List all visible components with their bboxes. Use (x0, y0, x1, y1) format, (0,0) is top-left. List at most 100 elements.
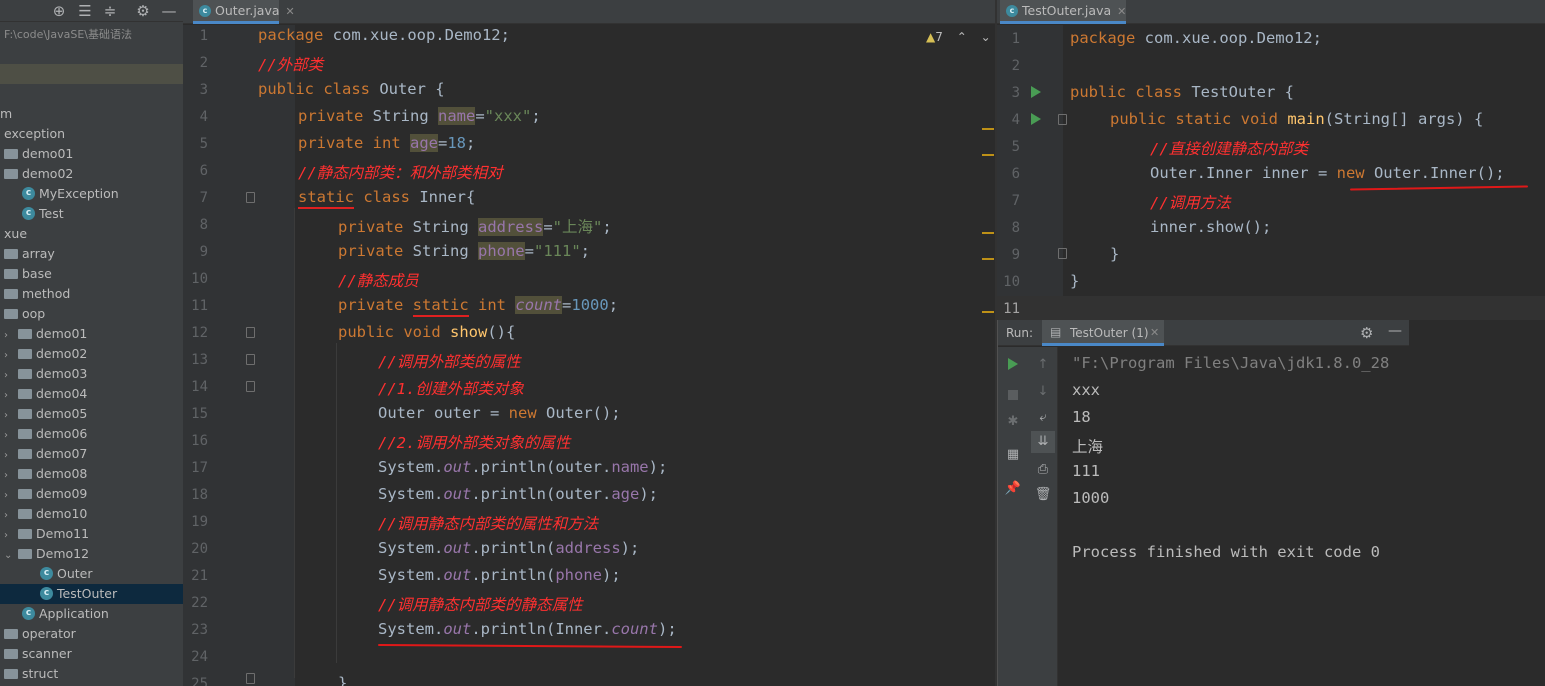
tab-testouter-java[interactable]: c TestOuter.java ✕ (1000, 0, 1126, 24)
fold-marker[interactable] (246, 381, 255, 392)
chevron-right-icon[interactable]: › (4, 446, 18, 466)
tree-item-label: Test (39, 206, 64, 221)
folder-icon (4, 628, 18, 639)
chevron-right-icon[interactable]: › (4, 486, 18, 506)
tree-item[interactable]: base (0, 264, 183, 284)
tree-item[interactable]: › demo08 (0, 464, 183, 484)
chevron-right-icon[interactable]: › (4, 326, 18, 346)
run-gutter-icon[interactable] (1031, 86, 1041, 98)
rerun-icon[interactable] (1008, 358, 1018, 370)
tree-item[interactable]: › demo05 (0, 404, 183, 424)
code-line: package com.xue.oop.Demo12; (258, 26, 510, 44)
code-line: Outer.Inner inner = new Outer.Inner(); (1150, 164, 1505, 182)
stop-icon[interactable] (1008, 390, 1018, 400)
tab-run-testouter[interactable]: ▤ TestOuter (1) ✕ (1042, 320, 1164, 346)
fold-marker[interactable] (1058, 248, 1067, 259)
fold-marker[interactable] (246, 327, 255, 338)
line-number: 5 (199, 136, 208, 152)
fold-marker[interactable] (1058, 114, 1067, 125)
tree-item[interactable]: ⌄ Demo12 (0, 544, 183, 564)
tree-item[interactable]: › demo07 (0, 444, 183, 464)
chevron-right-icon[interactable]: › (4, 406, 18, 426)
tree-item[interactable]: › demo02 (0, 344, 183, 364)
chevron-down-icon[interactable]: ⌄ (4, 546, 18, 566)
fold-marker[interactable] (246, 354, 255, 365)
run-toolbar: ✱ ▦ 📌 (998, 347, 1028, 686)
chevron-right-icon[interactable]: › (4, 426, 18, 446)
run-gutter-icon[interactable] (1031, 113, 1041, 125)
tree-item[interactable]: › Demo11 (0, 524, 183, 544)
tree-item[interactable]: m (0, 104, 183, 124)
minimize-icon[interactable]: — (160, 2, 178, 20)
tree-item[interactable]: operator (0, 624, 183, 644)
chevron-right-icon[interactable]: › (4, 526, 18, 546)
arrow-down-icon[interactable]: ↓ (1034, 383, 1052, 401)
tree-item[interactable]: › demo03 (0, 364, 183, 384)
chevron-right-icon[interactable]: › (4, 466, 18, 486)
tree-item[interactable]: c MyException (0, 184, 183, 204)
arrow-up-icon[interactable]: ↑ (1034, 356, 1052, 374)
fold-marker[interactable] (246, 192, 255, 203)
layout-icon[interactable]: ▦ (1004, 446, 1022, 464)
expand-all-icon[interactable]: ☰ (76, 2, 94, 20)
tree-item[interactable]: c TestOuter (0, 584, 183, 604)
tree-item[interactable]: demo02 (0, 164, 183, 184)
soft-wrap-icon[interactable]: ⤶ (1034, 409, 1052, 427)
code-line: private String phone="111"; (338, 242, 591, 260)
code-line: } (1070, 272, 1080, 290)
tree-item[interactable]: › demo09 (0, 484, 183, 504)
minimize-icon[interactable]: — (1388, 323, 1402, 339)
tree-item[interactable]: method (0, 284, 183, 304)
chevron-right-icon[interactable]: › (4, 386, 18, 406)
folder-icon (18, 508, 32, 519)
print-icon[interactable]: ⎙ (1034, 461, 1052, 479)
tree-item[interactable]: scanner (0, 644, 183, 664)
line-number: 25 (191, 676, 208, 686)
tree-item[interactable]: c Outer (0, 564, 183, 584)
close-icon[interactable]: ✕ (286, 5, 295, 18)
fold-marker[interactable] (246, 673, 255, 684)
code-line: //调用静态内部类的属性和方法 (378, 515, 599, 533)
line-number: 11 (1003, 301, 1020, 317)
code-line: System.out.println(address); (378, 539, 640, 557)
line-number: 4 (1011, 112, 1020, 128)
gear-icon[interactable]: ⚙ (1360, 324, 1373, 342)
trash-icon[interactable]: 🗑 (1034, 486, 1052, 504)
code-line: Outer outer = new Outer(); (378, 404, 621, 422)
tree-item[interactable]: demo01 (0, 144, 183, 164)
line-number: 19 (191, 514, 208, 530)
chevron-right-icon[interactable]: › (4, 366, 18, 386)
tree-item-label: demo02 (22, 166, 74, 181)
tree-item[interactable]: c Application (0, 604, 183, 624)
tree-item[interactable]: oop (0, 304, 183, 324)
chevron-up-icon[interactable]: ⌃ (957, 30, 967, 44)
tree-item[interactable]: struct (0, 664, 183, 684)
gear-icon[interactable]: ⚙ (134, 2, 152, 20)
inspection-widget[interactable]: ▲7 ⌃ ⌄ (926, 30, 991, 44)
collapse-all-icon[interactable]: ≑ (101, 2, 119, 20)
chevron-right-icon[interactable]: › (4, 346, 18, 366)
chevron-right-icon[interactable]: › (4, 506, 18, 526)
debug-icon[interactable]: ✱ (1004, 413, 1022, 431)
tree-item[interactable]: › demo04 (0, 384, 183, 404)
tree-item[interactable]: xue (0, 224, 183, 244)
close-icon[interactable]: ✕ (1150, 326, 1159, 339)
tree-item[interactable]: › demo01 (0, 324, 183, 344)
code-line: private String address="上海"; (338, 218, 612, 236)
locate-icon[interactable]: ⊕ (50, 2, 68, 20)
tab-outer-java[interactable]: c Outer.java ✕ (193, 0, 295, 24)
tree-item[interactable]: c Test (0, 204, 183, 224)
code-line: } (338, 674, 348, 686)
code-line: inner.show(); (1150, 218, 1272, 236)
tree-item[interactable]: array (0, 244, 183, 264)
tree-item[interactable]: exception (0, 124, 183, 144)
scroll-to-end-icon[interactable]: ⇊ (1031, 431, 1055, 453)
close-icon[interactable]: ✕ (1117, 5, 1126, 18)
pin-icon[interactable]: 📌 (1004, 480, 1022, 498)
tree-item-label: demo04 (36, 386, 88, 401)
tree-item[interactable]: › demo10 (0, 504, 183, 524)
code-line: } (1110, 245, 1120, 263)
line-number: 10 (1003, 274, 1020, 290)
tree-item[interactable]: › demo06 (0, 424, 183, 444)
console-line: "F:\Program Files\Java\jdk1.8.0_28 (1072, 354, 1390, 372)
